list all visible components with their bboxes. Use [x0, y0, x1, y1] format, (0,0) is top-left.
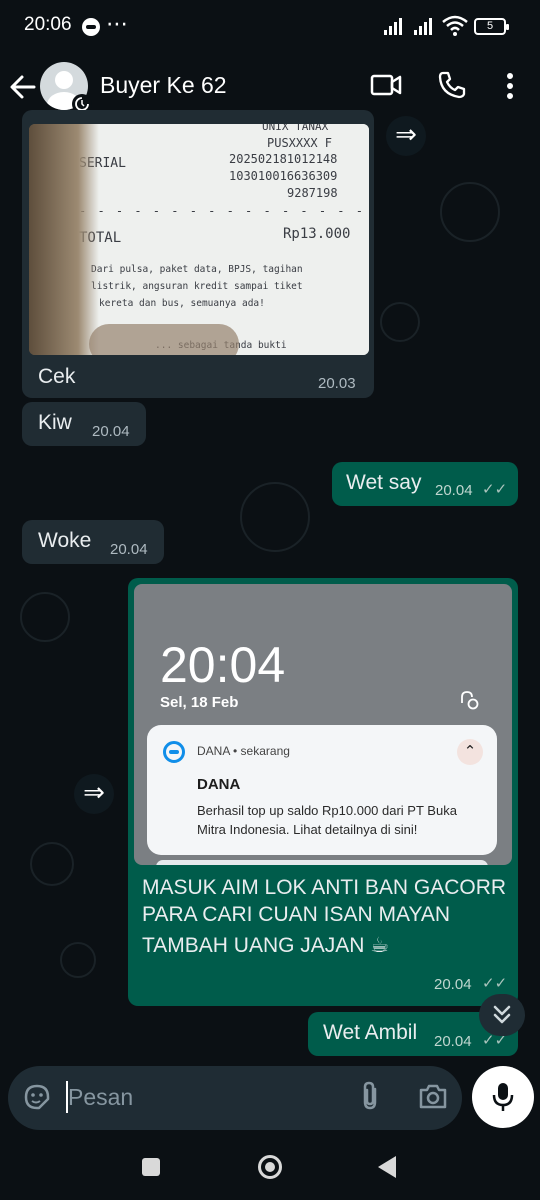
- lock-screen-time: 20:04: [160, 637, 286, 693]
- notification-card: DANA • sekarang ⌃ DANA Berhasil top up s…: [147, 725, 497, 855]
- wallpaper-doodle: [440, 182, 500, 242]
- message-text-line: MASUK AIM LOK ANTI BAN GACORR: [142, 876, 507, 899]
- more-notifications-icon: ⋯: [106, 11, 129, 36]
- message-time: 20.04: [92, 423, 130, 440]
- receipt-serial-value: 9287198: [287, 186, 338, 200]
- mic-icon: [492, 1083, 514, 1111]
- contact-name[interactable]: Buyer Ke 62: [100, 72, 227, 99]
- wallpaper-doodle: [240, 482, 310, 552]
- message-time: 20.04: [434, 1033, 472, 1050]
- signal-1-icon: [384, 17, 408, 35]
- chevron-up-icon: ⌃: [457, 739, 483, 765]
- receipt-serial-value: 103010016636309: [229, 169, 338, 183]
- receipt-photo[interactable]: UNIX TANAX PUSXXXX F SERIAL 202502181012…: [29, 124, 369, 355]
- receipt-paper: UNIX TANAX PUSXXXX F SERIAL 202502181012…: [77, 124, 369, 355]
- receipt-footer-line: listrik, angsuran kredit sampai tiket: [91, 281, 303, 292]
- message-notification-icon: [82, 18, 100, 36]
- double-chevron-down-icon: [493, 1005, 511, 1024]
- message-time: 20.04: [435, 482, 473, 499]
- mic-button[interactable]: [472, 1066, 534, 1128]
- double-check-icon: ✓✓: [482, 975, 508, 992]
- receipt-footer-line: Dari pulsa, paket data, BPJS, tagihan: [91, 264, 303, 275]
- recents-icon[interactable]: [142, 1158, 160, 1176]
- home-icon[interactable]: [258, 1155, 282, 1179]
- double-check-icon: ✓✓: [482, 481, 508, 498]
- forward-icon[interactable]: ⇒: [74, 774, 114, 814]
- more-vert-icon[interactable]: [496, 70, 524, 102]
- receipt-footer-line: kereta dan bus, semuanya ada!: [99, 298, 265, 309]
- signal-2-icon: [414, 17, 438, 35]
- notification-app: DANA • sekarang: [197, 744, 290, 758]
- receipt-line: UNIX TANAX: [262, 124, 329, 133]
- message-text: Kiw: [38, 411, 72, 434]
- notification-card-stacked: [156, 860, 488, 865]
- wallpaper-doodle: [30, 842, 74, 886]
- nav-back-icon[interactable]: [378, 1156, 396, 1178]
- message-text: Wet say: [346, 471, 422, 494]
- message-text-line: PARA CARI CUAN ISAN MAYAN: [142, 903, 451, 926]
- finger: [89, 324, 239, 355]
- phone-icon[interactable]: [437, 70, 467, 100]
- dana-logo-icon: [163, 741, 185, 763]
- sticker-icon[interactable]: [22, 1082, 52, 1112]
- camera-icon[interactable]: [418, 1082, 448, 1110]
- message-time: 20.03: [318, 375, 356, 392]
- video-call-icon[interactable]: [370, 72, 402, 98]
- receipt-line: PUSXXXX F: [267, 136, 333, 150]
- receipt-divider: - - - - - - - - - - - - - - - -: [79, 204, 365, 218]
- notification-screenshot[interactable]: 20:04 Sel, 18 Feb DANA • sekarang ⌃ DANA…: [134, 584, 512, 865]
- receipt-serial-value: 202502181012148: [229, 152, 338, 166]
- battery-icon: 5: [474, 18, 509, 35]
- lock-settings-icon: [461, 691, 479, 710]
- status-time: 20:06: [24, 14, 72, 35]
- paperclip-icon[interactable]: [356, 1080, 384, 1112]
- notification-title: DANA: [197, 776, 241, 793]
- wifi-icon: [442, 15, 468, 36]
- message-time: 20.04: [434, 976, 472, 993]
- finger: [29, 124, 99, 355]
- wallpaper-doodle: [380, 302, 420, 342]
- message-text: Cek: [38, 365, 76, 388]
- message-text: Woke: [38, 529, 92, 552]
- message-text-line: TAMBAH UANG JAJAN ☕: [142, 934, 390, 957]
- message-text: Wet Ambil: [323, 1021, 418, 1044]
- message-bubble-outgoing[interactable]: Wet say 20.04 ✓✓: [332, 462, 518, 506]
- notification-body: Berhasil top up saldo Rp10.000 dari PT B…: [197, 803, 457, 837]
- receipt-total-value: Rp13.000: [283, 226, 351, 242]
- lock-screen-date: Sel, 18 Feb: [160, 694, 239, 711]
- forward-icon[interactable]: ⇒: [386, 116, 426, 156]
- back-arrow-icon[interactable]: [8, 70, 38, 104]
- scroll-to-bottom-button[interactable]: [479, 994, 525, 1036]
- wallpaper-doodle: [60, 942, 96, 978]
- wallpaper-doodle: [20, 592, 70, 642]
- message-input[interactable]: [66, 1081, 336, 1113]
- message-time: 20.04: [110, 541, 148, 558]
